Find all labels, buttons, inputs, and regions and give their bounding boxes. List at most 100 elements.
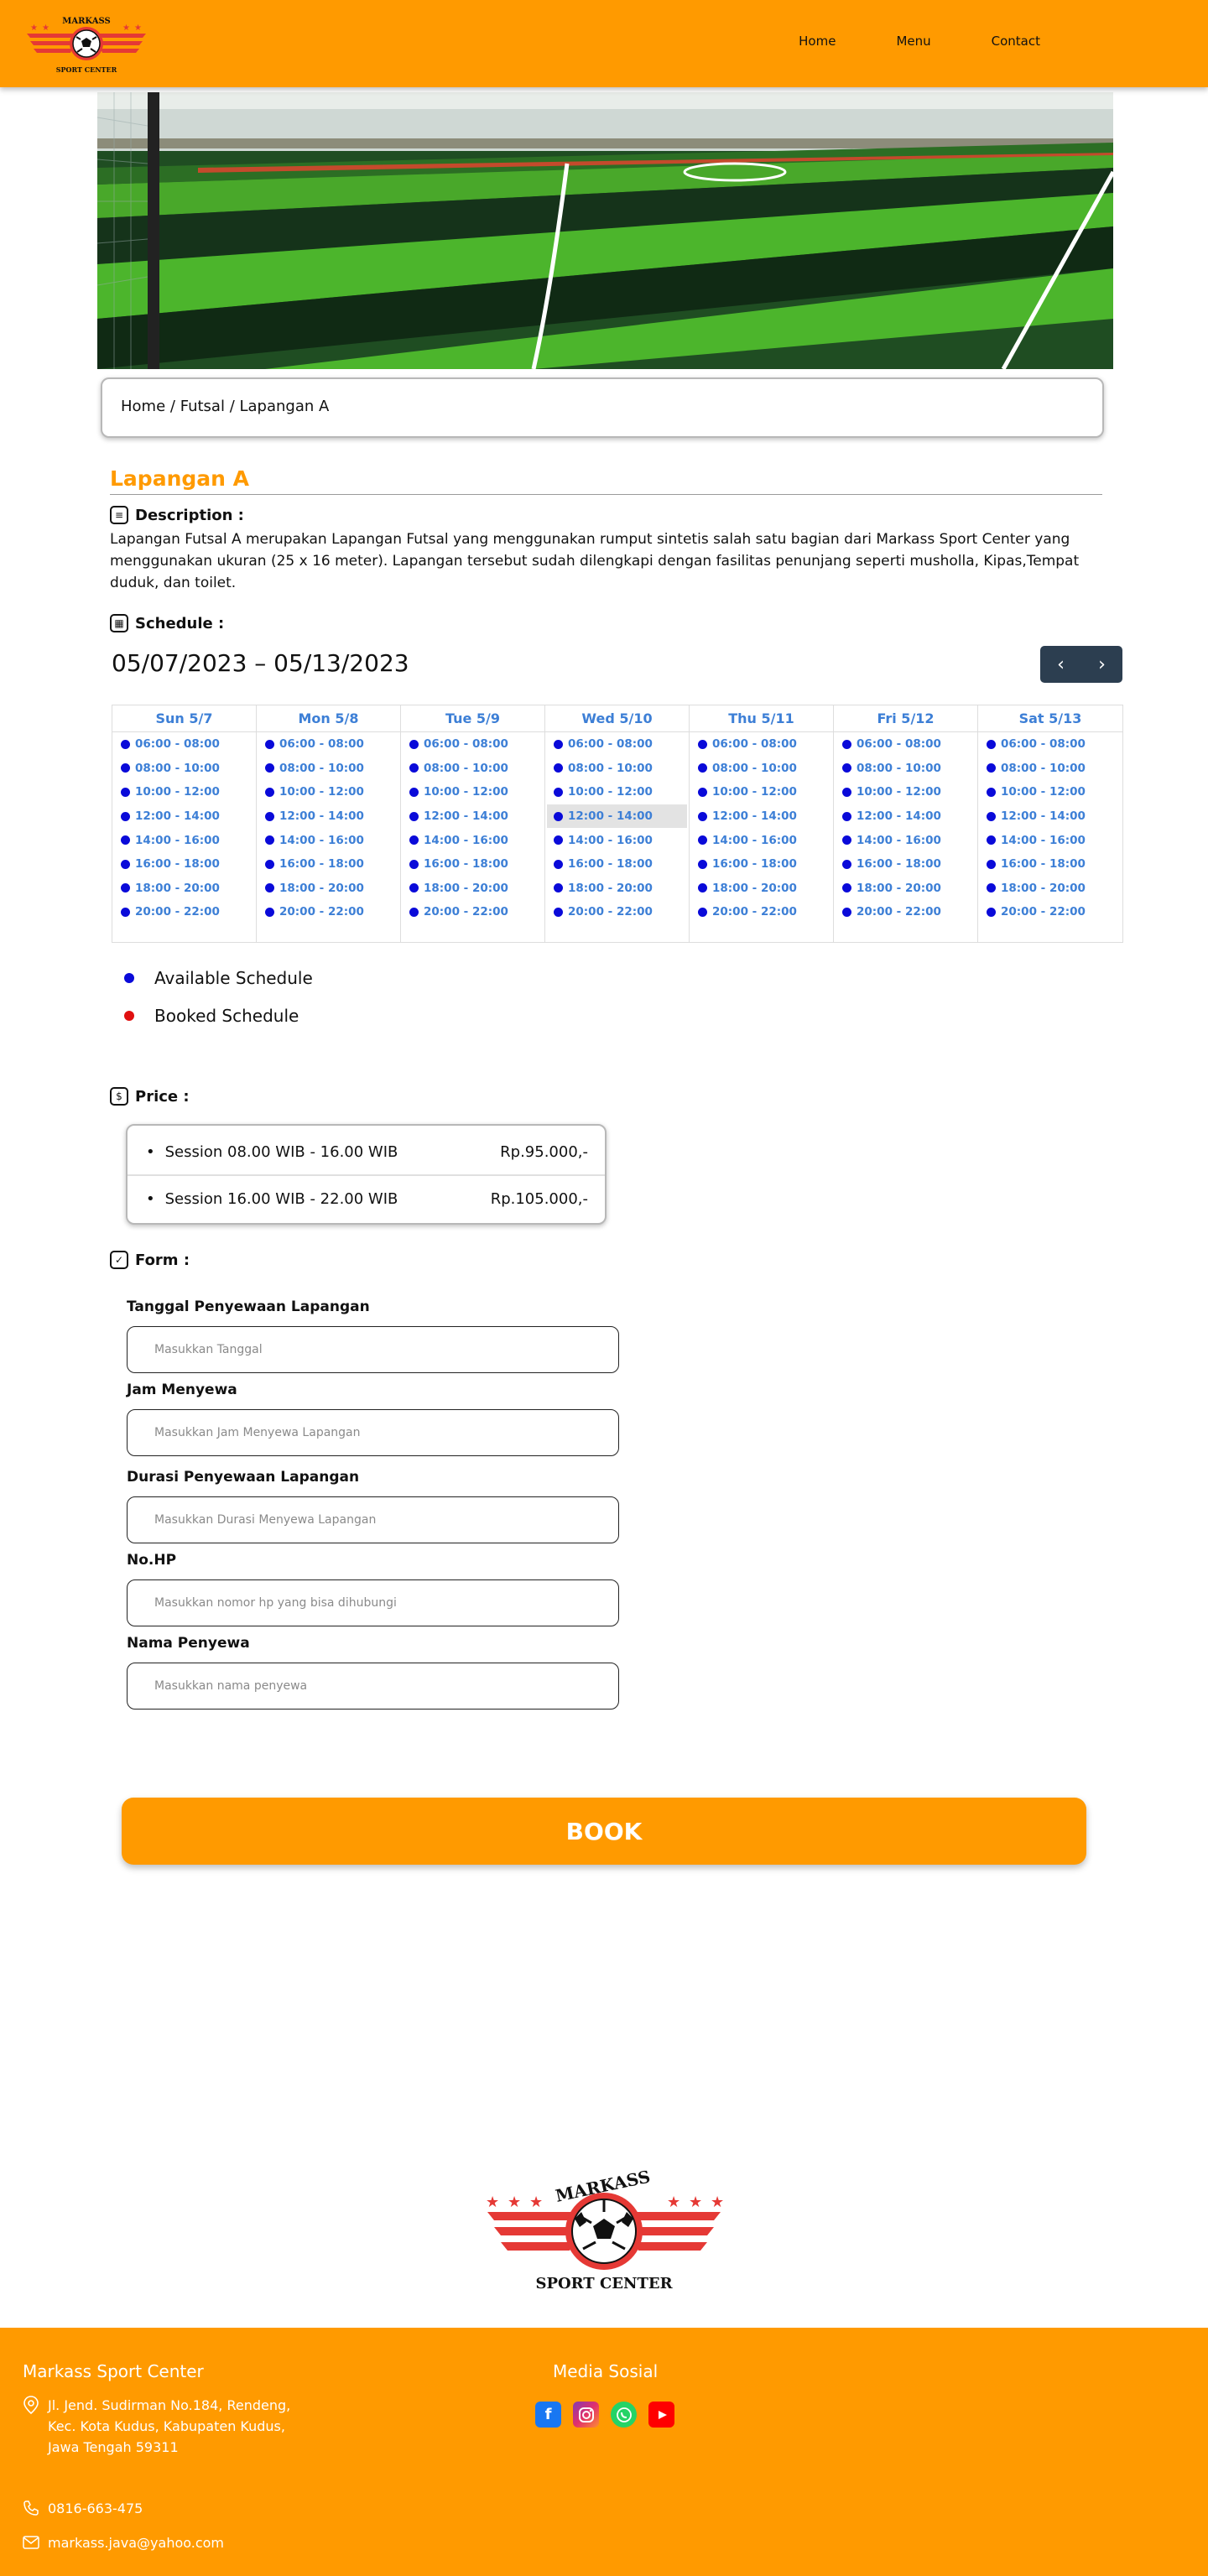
breadcrumb-home[interactable]: Home xyxy=(121,398,165,415)
available-dot-icon xyxy=(987,907,996,917)
schedule-slot[interactable]: 18:00 - 20:00 xyxy=(403,877,543,901)
schedule-slot[interactable]: 08:00 - 10:00 xyxy=(547,757,687,781)
schedule-slot[interactable]: 08:00 - 10:00 xyxy=(258,757,398,781)
schedule-slot[interactable]: 16:00 - 18:00 xyxy=(691,852,831,877)
schedule-slot[interactable]: 16:00 - 18:00 xyxy=(403,852,543,877)
schedule-slot[interactable]: 10:00 - 12:00 xyxy=(258,780,398,804)
schedule-slot[interactable]: 08:00 - 10:00 xyxy=(114,757,254,781)
schedule-slot[interactable]: 06:00 - 08:00 xyxy=(403,732,543,757)
calendar-day-header[interactable]: Mon 5/8 xyxy=(257,705,400,732)
schedule-slot[interactable]: 08:00 - 10:00 xyxy=(980,757,1121,781)
whatsapp-icon[interactable] xyxy=(611,2402,637,2428)
schedule-slot[interactable]: 08:00 - 10:00 xyxy=(403,757,543,781)
schedule-slot[interactable]: 20:00 - 22:00 xyxy=(403,900,543,924)
schedule-slot[interactable]: 08:00 - 10:00 xyxy=(836,757,976,781)
nav-contact-link[interactable]: Contact xyxy=(992,34,1040,49)
facebook-icon[interactable]: f xyxy=(535,2402,561,2428)
schedule-slot[interactable]: 20:00 - 22:00 xyxy=(114,900,254,924)
phone-icon xyxy=(23,2498,39,2518)
instagram-icon[interactable] xyxy=(573,2402,599,2428)
available-dot-icon xyxy=(554,907,563,917)
schedule-slot[interactable]: 12:00 - 14:00 xyxy=(836,804,976,829)
schedule-slot[interactable]: 14:00 - 16:00 xyxy=(836,828,976,852)
phone-input[interactable] xyxy=(127,1579,619,1626)
schedule-slot[interactable]: 10:00 - 12:00 xyxy=(836,780,976,804)
schedule-slot[interactable]: 06:00 - 08:00 xyxy=(114,732,254,757)
schedule-slot[interactable]: 16:00 - 18:00 xyxy=(114,852,254,877)
renter-name-input[interactable] xyxy=(127,1663,619,1710)
footer-email[interactable]: markass.java@yahoo.com xyxy=(23,2532,224,2553)
chevron-left-icon: ‹ xyxy=(1057,653,1065,675)
schedule-slot[interactable]: 16:00 - 18:00 xyxy=(547,852,687,877)
breadcrumb-current[interactable]: Lapangan A xyxy=(240,398,330,415)
youtube-icon[interactable] xyxy=(648,2402,674,2428)
schedule-slot[interactable]: 14:00 - 16:00 xyxy=(547,828,687,852)
available-dot-icon xyxy=(554,763,563,773)
next-week-button[interactable]: › xyxy=(1081,646,1122,683)
schedule-slot[interactable]: 18:00 - 20:00 xyxy=(691,877,831,901)
schedule-slot[interactable]: 06:00 - 08:00 xyxy=(691,732,831,757)
schedule-slot-time: 20:00 - 22:00 xyxy=(857,905,941,919)
schedule-slot[interactable]: 06:00 - 08:00 xyxy=(258,732,398,757)
schedule-slot[interactable]: 16:00 - 18:00 xyxy=(836,852,976,877)
schedule-slot[interactable]: 16:00 - 18:00 xyxy=(980,852,1121,877)
price-heading: $ Price : xyxy=(110,1087,190,1106)
schedule-slot[interactable]: 18:00 - 20:00 xyxy=(547,877,687,901)
nav-home-link[interactable]: Home xyxy=(799,34,836,49)
schedule-slot[interactable]: 10:00 - 12:00 xyxy=(980,780,1121,804)
schedule-slot[interactable]: 10:00 - 12:00 xyxy=(114,780,254,804)
schedule-slot[interactable]: 12:00 - 14:00 xyxy=(403,804,543,829)
legend-booked-label: Booked Schedule xyxy=(154,1006,299,1026)
schedule-slot[interactable]: 20:00 - 22:00 xyxy=(547,900,687,924)
schedule-slot[interactable]: 20:00 - 22:00 xyxy=(836,900,976,924)
schedule-slot[interactable]: 14:00 - 16:00 xyxy=(258,828,398,852)
nav-menu-link[interactable]: Menu xyxy=(896,34,930,49)
schedule-slot[interactable]: 06:00 - 08:00 xyxy=(836,732,976,757)
rental-date-input[interactable] xyxy=(127,1326,619,1373)
schedule-slot[interactable]: 12:00 - 14:00 xyxy=(980,804,1121,829)
rental-duration-input[interactable] xyxy=(127,1496,619,1543)
calendar-day-header[interactable]: Sun 5/7 xyxy=(112,705,256,732)
schedule-slot[interactable]: 14:00 - 16:00 xyxy=(980,828,1121,852)
available-dot-icon xyxy=(698,835,707,846)
footer-phone[interactable]: 0816-663-475 xyxy=(23,2498,143,2519)
schedule-slot[interactable]: 18:00 - 20:00 xyxy=(980,877,1121,901)
schedule-slot[interactable]: 10:00 - 12:00 xyxy=(403,780,543,804)
schedule-slot[interactable]: 18:00 - 20:00 xyxy=(114,877,254,901)
document-icon: ≡ xyxy=(110,506,128,524)
markass-logo[interactable]: ★ ★ ★ ★ MARKASS SPORT CENTER xyxy=(23,10,149,77)
rental-time-input[interactable] xyxy=(127,1409,619,1456)
available-dot-icon xyxy=(698,787,707,797)
schedule-slot[interactable]: 14:00 - 16:00 xyxy=(691,828,831,852)
footer-email-text: markass.java@yahoo.com xyxy=(48,2535,225,2551)
schedule-slot[interactable]: 10:00 - 12:00 xyxy=(547,780,687,804)
calendar-day-header[interactable]: Sat 5/13 xyxy=(978,705,1122,732)
calendar-day-header[interactable]: Tue 5/9 xyxy=(401,705,544,732)
schedule-slot[interactable]: 16:00 - 18:00 xyxy=(258,852,398,877)
book-button[interactable]: BOOK xyxy=(122,1798,1086,1865)
schedule-slot[interactable]: 20:00 - 22:00 xyxy=(980,900,1121,924)
schedule-slot[interactable]: 18:00 - 20:00 xyxy=(258,877,398,901)
schedule-slot[interactable]: 14:00 - 16:00 xyxy=(114,828,254,852)
schedule-slot[interactable]: 18:00 - 20:00 xyxy=(836,877,976,901)
schedule-slot[interactable]: 10:00 - 12:00 xyxy=(691,780,831,804)
schedule-slot[interactable]: 12:00 - 14:00 xyxy=(114,804,254,829)
schedule-slot[interactable]: 12:00 - 14:00 xyxy=(258,804,398,829)
schedule-slot-time: 10:00 - 12:00 xyxy=(568,785,653,799)
schedule-calendar: Sun 5/7 06:00 - 08:00 08:00 - 10:00 10:00 -… xyxy=(112,705,1123,943)
calendar-day-header[interactable]: Fri 5/12 xyxy=(834,705,977,732)
schedule-slot[interactable]: 12:00 - 14:00 xyxy=(547,804,687,829)
schedule-slot[interactable]: 06:00 - 08:00 xyxy=(547,732,687,757)
schedule-slot-time: 16:00 - 18:00 xyxy=(1001,857,1086,872)
schedule-slot[interactable]: 12:00 - 14:00 xyxy=(691,804,831,829)
schedule-slot[interactable]: 06:00 - 08:00 xyxy=(980,732,1121,757)
prev-week-button[interactable]: ‹ xyxy=(1040,646,1081,683)
schedule-slot[interactable]: 08:00 - 10:00 xyxy=(691,757,831,781)
breadcrumb-category[interactable]: Futsal xyxy=(180,398,225,415)
calendar-day-column: Mon 5/8 06:00 - 08:00 08:00 - 10:00 10:00 -… xyxy=(257,705,401,942)
schedule-slot[interactable]: 14:00 - 16:00 xyxy=(403,828,543,852)
schedule-slot[interactable]: 20:00 - 22:00 xyxy=(258,900,398,924)
calendar-day-header[interactable]: Wed 5/10 xyxy=(545,705,689,732)
schedule-slot[interactable]: 20:00 - 22:00 xyxy=(691,900,831,924)
calendar-day-header[interactable]: Thu 5/11 xyxy=(690,705,833,732)
